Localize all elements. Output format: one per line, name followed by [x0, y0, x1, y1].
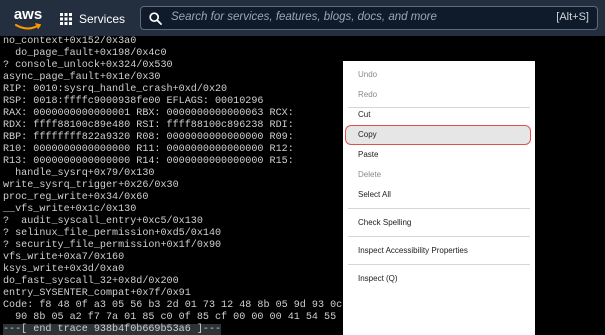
terminal-line: RIP: 0010:sysrq_handle_crash+0xd/0x20 — [3, 84, 228, 95]
terminal-line: ksys_write+0x3d/0xa0 — [3, 264, 125, 275]
menu-item-redo[interactable]: Redo — [344, 85, 534, 105]
terminal-line: write_sysrq_trigger+0x26/0x30 — [3, 180, 179, 191]
menu-item-inspect-accessibility[interactable]: Inspect Accessibility Properties — [344, 241, 534, 261]
terminal-line: no_context+0x152/0x3a0 — [3, 36, 137, 47]
aws-logo-text: aws — [13, 6, 43, 23]
aws-logo[interactable]: aws — [8, 6, 48, 32]
context-menu: Undo Redo Cut Copy Paste Delete Select A… — [343, 61, 535, 335]
terminal-line: entry_SYSENTER_compat+0x7f/0x91 — [3, 288, 191, 299]
menu-item-label: Select All — [358, 190, 391, 199]
terminal-line: RDX: ffff88100c89e480 RSI: ffff88100c896… — [3, 120, 294, 131]
terminal-line: ? selinux_file_permission+0xd5/0x140 — [3, 228, 222, 239]
menu-item-label: Paste — [358, 150, 379, 159]
terminal-line: handle_sysrq+0x79/0x130 — [3, 168, 155, 179]
services-menu-button[interactable]: Services — [60, 9, 125, 29]
menu-item-label: Undo — [358, 70, 378, 79]
menu-item-label: Cut — [358, 110, 371, 119]
terminal-line: RAX: 0000000000000001 RBX: 0000000000000… — [3, 108, 294, 119]
menu-item-label: Inspect Accessibility Properties — [358, 246, 468, 255]
menu-item-label: Check Spelling — [358, 218, 412, 227]
menu-item-label: Delete — [358, 170, 382, 179]
terminal-line: R10: 0000000000000000 R11: 0000000000000… — [3, 144, 294, 155]
terminal-line: ---[ end trace 938b4f0b669b53a6 ]--- — [3, 324, 222, 335]
search-bar[interactable]: Search for services, features, blogs, do… — [140, 6, 598, 30]
terminal-line: __vfs_write+0x1c/0x130 — [3, 204, 137, 215]
terminal-line: vfs_write+0xa7/0x160 — [3, 252, 125, 263]
terminal-line: 90 8b 05 a2 f7 7a 01 85 c0 0f 85 cf 00 0… — [3, 312, 337, 323]
terminal-line: do_fast_syscall_32+0x8d/0x200 — [3, 276, 179, 287]
menu-item-copy[interactable]: Copy — [344, 125, 534, 145]
terminal-line: async_page_fault+0x1e/0x30 — [3, 72, 161, 83]
terminal-line: R13: 0000000000000000 R14: 0000000000000… — [3, 156, 294, 167]
menu-item-undo[interactable]: Undo — [344, 65, 534, 85]
aws-smile-icon — [15, 23, 41, 30]
search-icon — [149, 12, 162, 25]
terminal-line: do_page_fault+0x198/0x4c0 — [3, 48, 167, 59]
search-input[interactable]: Search for services, features, blogs, do… — [171, 11, 437, 23]
terminal-line: RBP: ffffffff822a9320 R08: 0000000000000… — [3, 132, 294, 143]
menu-item-check-spelling[interactable]: Check Spelling — [344, 213, 534, 233]
search-shortcut-hint: [Alt+S] — [556, 11, 589, 23]
aws-console-top-bar: aws Services Search for services, featur… — [0, 0, 605, 36]
menu-item-label: Inspect (Q) — [358, 274, 398, 283]
menu-item-label: Copy — [358, 130, 377, 139]
menu-item-select-all[interactable]: Select All — [344, 185, 534, 205]
menu-item-inspect[interactable]: Inspect (Q) — [344, 269, 534, 289]
menu-separator — [348, 264, 530, 265]
terminal-line: ? console_unlock+0x324/0x530 — [3, 60, 173, 71]
terminal-line: ? security_file_permission+0x1f/0x90 — [3, 240, 222, 251]
terminal-line: RSP: 0018:ffffc9000938fe00 EFLAGS: 00010… — [3, 96, 264, 107]
menu-separator — [348, 208, 530, 209]
menu-separator — [348, 236, 530, 237]
services-grid-icon — [60, 13, 72, 25]
services-label: Services — [79, 12, 126, 26]
menu-item-cut[interactable]: Cut — [344, 105, 534, 125]
menu-item-delete[interactable]: Delete — [344, 165, 534, 185]
terminal-line: proc_reg_write+0x34/0x60 — [3, 192, 149, 203]
terminal-line: ? audit_syscall_entry+0xc5/0x130 — [3, 216, 203, 227]
menu-item-paste[interactable]: Paste — [344, 145, 534, 165]
menu-item-label: Redo — [358, 90, 378, 99]
